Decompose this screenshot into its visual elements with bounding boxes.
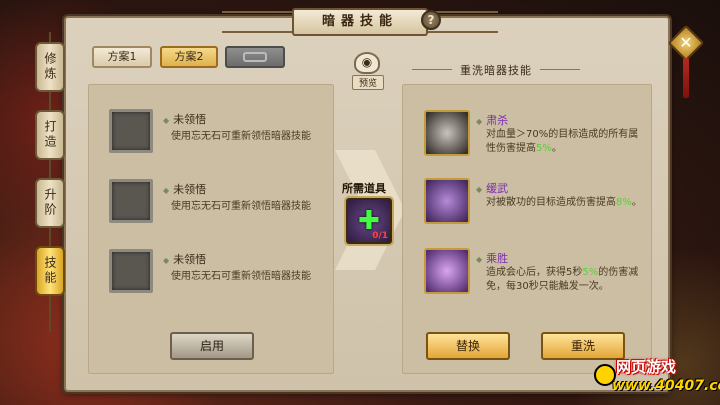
- scheme-tab-2[interactable]: 方案2: [160, 46, 218, 68]
- side-tab-cultivate[interactable]: 修炼: [35, 42, 65, 92]
- side-tab-upgrade[interactable]: 升阶: [35, 178, 65, 228]
- window-title: 暗器技能: [292, 8, 428, 36]
- slot-title: 未领悟: [163, 111, 206, 127]
- tassel-ornament: [683, 58, 689, 98]
- enable-button[interactable]: 启用: [170, 332, 254, 360]
- slot-desc: 使用忘无石可重新领悟暗器技能: [171, 271, 311, 282]
- logo-text-top: 网页游戏: [616, 358, 677, 376]
- scheme-tab-locked[interactable]: [225, 46, 285, 68]
- skill-desc: 对血量＞70%的目标造成的所有属性伤害提高5%。: [486, 129, 639, 154]
- skill-name: 缓武: [476, 180, 508, 196]
- shield-icon: [424, 248, 470, 294]
- skill-option[interactable]: 乘胜 造成会心后，获得5秒5%的伤害减免，每30秒只能触发一次。: [424, 248, 644, 308]
- skill-name: 肃杀: [476, 112, 508, 128]
- scheme-tab-1[interactable]: 方案1: [92, 46, 152, 68]
- required-item-label: 所需道具: [342, 182, 386, 195]
- skill-option[interactable]: 肃杀 对血量＞70%的目标造成的所有属性伤害提高5%。: [424, 110, 644, 170]
- slot-title: 未领悟: [163, 181, 206, 197]
- preview-label[interactable]: 预览: [352, 75, 384, 90]
- logo-text-bottom: www.40407.com: [612, 378, 720, 394]
- empty-slot-icon: [109, 179, 153, 223]
- skill-slot[interactable]: 未领悟 使用忘无石可重新领悟暗器技能: [109, 249, 329, 299]
- side-tab-forge[interactable]: 打造: [35, 110, 65, 160]
- slot-desc: 使用忘无石可重新领悟暗器技能: [171, 131, 311, 142]
- skill-name: 乘胜: [476, 250, 508, 266]
- site-logo: 网页游戏 www.40407.com: [594, 354, 720, 402]
- skill-slot[interactable]: 未领悟 使用忘无石可重新领悟暗器技能: [109, 109, 329, 159]
- section-title: 重洗暗器技能: [412, 64, 580, 77]
- close-icon: ✕: [679, 33, 693, 52]
- title-ornament-left: [222, 11, 292, 33]
- replace-button[interactable]: 替换: [426, 332, 510, 360]
- skill-desc: 对被散功的目标造成伤害提高8%。: [486, 197, 642, 208]
- lock-icon: [243, 52, 267, 62]
- side-tab-skills[interactable]: 技能: [35, 246, 65, 296]
- slot-title: 未领悟: [163, 251, 206, 267]
- sword-icon: [424, 110, 470, 156]
- empty-slot-icon: [109, 109, 153, 153]
- slot-desc: 使用忘无石可重新领悟暗器技能: [171, 201, 311, 212]
- empty-slot-icon: [109, 249, 153, 293]
- current-skills-panel: 未领悟 使用忘无石可重新领悟暗器技能 未领悟 使用忘无石可重新领悟暗器技能 未领…: [88, 84, 334, 374]
- skill-slot[interactable]: 未领悟 使用忘无石可重新领悟暗器技能: [109, 179, 329, 229]
- required-item-slot[interactable]: ✚ 0/1: [346, 198, 392, 244]
- claw-icon: [424, 178, 470, 224]
- skill-option[interactable]: 缓武 对被散功的目标造成伤害提高8%。: [424, 178, 644, 238]
- side-tab-bar: 修炼 打造 升阶 技能: [26, 32, 74, 332]
- item-count: 0/1: [372, 231, 388, 241]
- eye-icon[interactable]: ◉: [354, 52, 380, 74]
- skill-desc: 造成会心后，获得5秒5%的伤害减免，每30秒只能触发一次。: [486, 267, 639, 292]
- help-icon[interactable]: ?: [421, 10, 441, 30]
